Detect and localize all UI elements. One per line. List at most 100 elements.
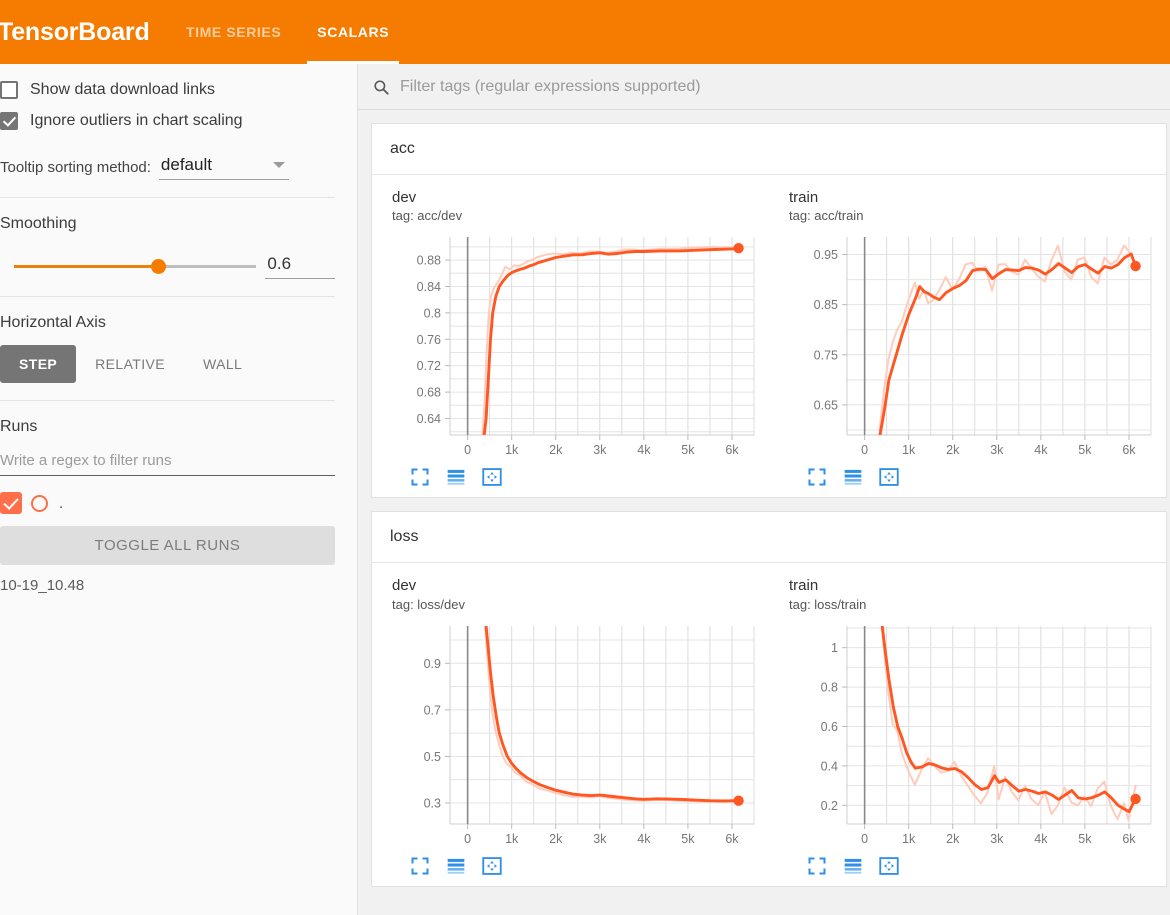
- fullscreen-icon[interactable]: [410, 856, 430, 876]
- svg-text:4k: 4k: [1034, 443, 1048, 457]
- fullscreen-icon[interactable]: [807, 856, 827, 876]
- divider: [0, 400, 335, 401]
- chart-loss-train: train tag: loss/train 0.2 0.4 0.6 0.8 1 0 1k 2k…: [769, 563, 1166, 885]
- axis-option-relative[interactable]: RELATIVE: [76, 345, 184, 383]
- svg-text:0.75: 0.75: [814, 349, 838, 363]
- smoothing-slider[interactable]: [0, 257, 257, 277]
- svg-text:3k: 3k: [990, 443, 1004, 457]
- axis-option-step[interactable]: STEP: [0, 345, 77, 383]
- tag-filter-bar[interactable]: Filter tags (regular expressions support…: [358, 64, 1170, 110]
- sidebar: Show data download links Ignore outliers…: [0, 64, 358, 915]
- smoothing-value-input[interactable]: 0.6: [265, 254, 335, 279]
- card-loss: loss dev tag: loss/dev 0.3 0.5 0.7 0.9 0 1k 2k…: [371, 511, 1167, 887]
- chevron-down-icon[interactable]: [272, 162, 285, 168]
- chart-plot[interactable]: 0.3 0.5 0.7 0.9 0 1k 2k 3k 4k 5k 6k: [392, 620, 762, 852]
- tab-scalars[interactable]: SCALARS: [299, 0, 407, 64]
- svg-text:4k: 4k: [1034, 832, 1048, 846]
- fit-domain-icon[interactable]: [879, 856, 899, 876]
- fit-domain-icon[interactable]: [879, 467, 899, 487]
- svg-text:0.7: 0.7: [424, 703, 441, 717]
- divider: [0, 296, 335, 297]
- svg-text:0.3: 0.3: [424, 796, 441, 810]
- tooltip-sorting-row: Tooltip sorting method: default: [0, 155, 335, 180]
- chart-loss-dev: dev tag: loss/dev 0.3 0.5 0.7 0.9 0 1k 2k 3k 4k 5…: [372, 563, 769, 885]
- option-show-data-download-links[interactable]: Show data download links: [0, 74, 335, 105]
- tag-filter-input[interactable]: Filter tags (regular expressions support…: [400, 78, 701, 96]
- chart-tag: tag: loss/train: [789, 596, 867, 612]
- toggle-all-runs-button[interactable]: TOGGLE ALL RUNS: [0, 526, 335, 565]
- svg-text:0: 0: [861, 443, 868, 457]
- chart-plot[interactable]: 0.64 0.68 0.72 0.76 0.8 0.84 0.88 0 1k 2k 3k 4k 5k 6k: [392, 231, 762, 463]
- svg-text:0.68: 0.68: [417, 386, 441, 400]
- svg-text:2k: 2k: [946, 443, 960, 457]
- chart-title: train: [789, 577, 819, 595]
- option-label: Show data download links: [30, 80, 216, 98]
- data-table-icon[interactable]: [843, 467, 863, 487]
- svg-text:3k: 3k: [990, 832, 1004, 846]
- svg-text:0.64: 0.64: [417, 412, 441, 426]
- charts-row: dev tag: acc/dev 0.64 0.68 0.72 0.76 0.8 0.84…: [372, 175, 1166, 497]
- chart-acc-dev: dev tag: acc/dev 0.64 0.68 0.72 0.76 0.8 0.84…: [372, 175, 769, 497]
- chart-title: dev: [392, 189, 417, 206]
- chart-plot[interactable]: 0.65 0.75 0.85 0.95 0 1k 2k 3k 4k 5k 6k: [789, 231, 1159, 463]
- svg-text:0.85: 0.85: [814, 298, 838, 312]
- slider-track-fill: [14, 265, 158, 268]
- chart-plot[interactable]: 0.2 0.4 0.6 0.8 1 0 1k 2k 3k 4k 5k 6k: [789, 620, 1159, 852]
- smoothing-title: Smoothing: [0, 215, 77, 232]
- checkbox-unchecked-icon[interactable]: [0, 80, 18, 99]
- fit-domain-icon[interactable]: [482, 856, 502, 876]
- run-checkbox-checked-icon[interactable]: [0, 492, 22, 514]
- card-title: acc: [372, 124, 1166, 175]
- tooltip-sorting-select[interactable]: default: [158, 155, 289, 180]
- horizontal-axis-options: STEP RELATIVE WALL: [0, 345, 335, 383]
- divider: [0, 197, 335, 198]
- svg-text:5k: 5k: [1078, 832, 1092, 846]
- svg-text:0.8: 0.8: [821, 680, 838, 694]
- fullscreen-icon[interactable]: [410, 467, 430, 487]
- svg-text:0.5: 0.5: [424, 749, 441, 763]
- run-selection-row: .: [0, 492, 335, 514]
- svg-text:1k: 1k: [505, 443, 519, 457]
- chart-acc-train: train tag: acc/train 0.65 0.75 0.85 0.95 0 1k…: [769, 175, 1166, 497]
- app-brand: TensorBoard: [0, 17, 150, 46]
- runs-filter-input[interactable]: Write a regex to filter runs: [0, 452, 335, 476]
- run-name-label: 10-19_10.48: [0, 577, 85, 594]
- svg-text:2k: 2k: [549, 832, 563, 846]
- chart-title: train: [789, 189, 819, 206]
- chart-title: dev: [392, 577, 417, 595]
- svg-text:3k: 3k: [593, 832, 607, 846]
- chart-toolbar: [789, 852, 1166, 886]
- svg-text:0.6: 0.6: [821, 719, 838, 733]
- axis-option-wall[interactable]: WALL: [184, 345, 261, 383]
- svg-text:0.9: 0.9: [424, 656, 441, 670]
- run-color-circle-icon[interactable]: [31, 494, 48, 512]
- svg-text:0.88: 0.88: [417, 254, 441, 268]
- card-title: loss: [372, 512, 1166, 564]
- svg-text:1k: 1k: [902, 832, 916, 846]
- option-ignore-outliers[interactable]: Ignore outliers in chart scaling: [0, 105, 335, 136]
- svg-text:4k: 4k: [637, 443, 651, 457]
- svg-text:2k: 2k: [549, 443, 563, 457]
- svg-text:6k: 6k: [725, 443, 739, 457]
- card-acc: acc dev tag: acc/dev 0.64 0.68 0.72 0.76 0.8…: [371, 123, 1167, 499]
- fit-domain-icon[interactable]: [482, 467, 502, 487]
- data-table-icon[interactable]: [446, 467, 466, 487]
- page-body: Show data download links Ignore outliers…: [0, 64, 1170, 915]
- data-table-icon[interactable]: [446, 856, 466, 876]
- checkbox-checked-icon[interactable]: [0, 111, 18, 130]
- data-table-icon[interactable]: [843, 856, 863, 876]
- chart-toolbar: [392, 463, 769, 497]
- tab-time-series[interactable]: TIME SERIES: [168, 0, 299, 64]
- svg-text:0: 0: [861, 832, 868, 846]
- svg-text:0.4: 0.4: [821, 759, 838, 773]
- tooltip-sorting-value: default: [160, 155, 212, 174]
- chart-tag: tag: acc/train: [789, 208, 864, 224]
- top-bar: TensorBoard TIME SERIES SCALARS: [0, 0, 1170, 64]
- smoothing-row: 0.6: [0, 254, 335, 279]
- svg-text:0.2: 0.2: [821, 798, 838, 812]
- slider-knob[interactable]: [151, 259, 166, 274]
- run-dot-label: .: [59, 494, 64, 512]
- fullscreen-icon[interactable]: [807, 467, 827, 487]
- main-content: Filter tags (regular expressions support…: [358, 64, 1170, 915]
- svg-text:0: 0: [464, 832, 471, 846]
